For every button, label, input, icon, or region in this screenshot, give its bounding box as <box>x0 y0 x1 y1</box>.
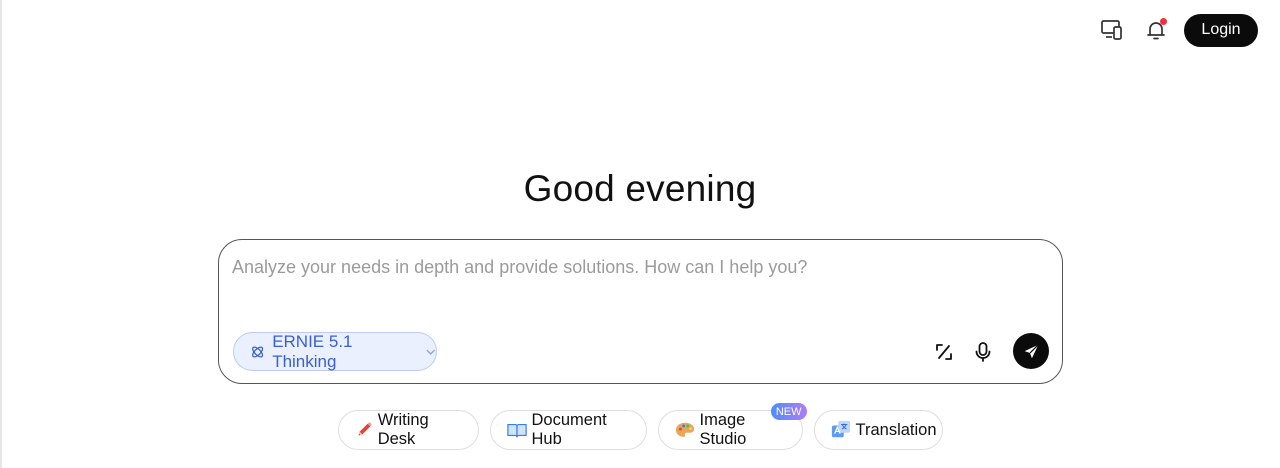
devices-button[interactable] <box>1094 12 1130 48</box>
login-button[interactable]: Login <box>1184 13 1258 47</box>
notification-dot <box>1160 18 1167 25</box>
model-label: ERNIE 5.1 Thinking <box>272 331 353 371</box>
translation-label: Translation <box>855 420 937 439</box>
top-bar: Login <box>1094 12 1258 48</box>
greeting-title: Good evening <box>523 168 757 209</box>
quick-actions: Writing Desk Document Hub Image Studio N… <box>0 403 1280 450</box>
devices-icon <box>1101 20 1122 40</box>
document-hub-chip[interactable]: Document Hub <box>489 410 647 450</box>
send-button[interactable] <box>1013 333 1049 369</box>
chevron-down-icon <box>426 349 435 355</box>
percent-tool-button[interactable] <box>929 337 959 367</box>
send-icon <box>1024 343 1039 358</box>
model-logo-icon <box>252 345 264 358</box>
writing-desk-label: Writing Desk <box>377 411 429 448</box>
voice-input-button[interactable] <box>968 337 998 367</box>
new-badge: NEW <box>770 403 807 420</box>
model-selector[interactable]: ERNIE 5.1 Thinking <box>233 332 437 371</box>
image-studio-chip[interactable]: Image Studio NEW <box>657 403 807 450</box>
notifications-button[interactable] <box>1138 12 1174 48</box>
writing-desk-chip[interactable]: Writing Desk <box>337 410 479 450</box>
prompt-composer: ERNIE 5.1 Thinking <box>218 239 1063 384</box>
left-edge-divider <box>0 0 2 468</box>
pencil-icon <box>355 420 373 440</box>
palette-icon <box>675 420 695 440</box>
microphone-icon <box>975 342 991 362</box>
percent-icon <box>936 344 952 360</box>
book-icon <box>506 420 527 440</box>
document-hub-label: Document Hub <box>531 411 607 448</box>
translate-icon <box>831 420 851 440</box>
translation-chip[interactable]: Translation <box>813 410 943 450</box>
prompt-input[interactable] <box>232 257 1032 278</box>
